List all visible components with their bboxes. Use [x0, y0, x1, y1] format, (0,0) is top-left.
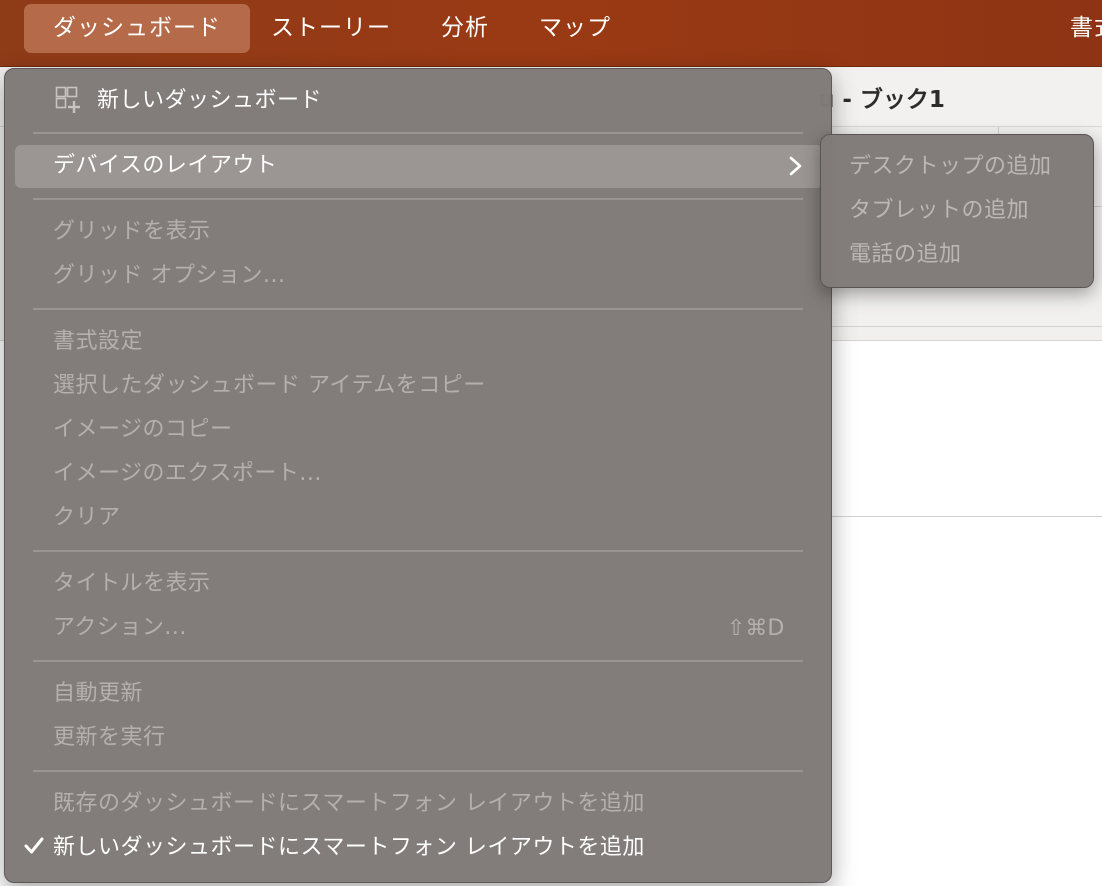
menu-item-export-image[interactable]: イメージのエクスポート...: [53, 454, 322, 494]
menu-bar: ダッシュボード ストーリー 分析 マップ 書式: [0, 0, 1102, 67]
menu-item-grid-options[interactable]: グリッド オプション...: [53, 256, 285, 296]
menu-item-new-dashboard[interactable]: 新しいダッシュボード: [97, 81, 322, 121]
menu-item-show-title[interactable]: タイトルを表示: [53, 564, 211, 604]
chevron-right-icon: [789, 156, 802, 176]
menu-item-device-layout[interactable]: デバイスのレイアウト: [53, 146, 277, 186]
menu-item-run-update[interactable]: 更新を実行: [53, 718, 166, 758]
menu-story[interactable]: ストーリー: [256, 4, 406, 53]
menu-separator: [33, 550, 803, 552]
menu-item-copy-image[interactable]: イメージのコピー: [53, 410, 233, 450]
menu-separator: [33, 198, 803, 200]
submenu-item-add-phone[interactable]: 電話の追加: [849, 235, 962, 275]
dashboard-menu: 新しいダッシュボード デバイスのレイアウト グリッドを表示 グリッド オプション…: [4, 68, 832, 883]
checkmark-icon: [24, 837, 44, 854]
menu-item-format[interactable]: 書式設定: [53, 322, 143, 362]
toolbar-divider: [830, 326, 1102, 327]
menu-analysis[interactable]: 分析: [424, 4, 506, 53]
menu-item-show-grid[interactable]: グリッドを表示: [53, 212, 211, 252]
menu-separator: [33, 132, 803, 134]
menu-separator: [33, 770, 803, 772]
canvas-divider: [830, 516, 1102, 517]
submenu-item-add-desktop[interactable]: デスクトップの追加: [849, 147, 1052, 187]
menu-item-actions[interactable]: アクション...: [53, 608, 187, 648]
submenu-item-add-tablet[interactable]: タブレットの追加: [849, 191, 1029, 231]
actions-shortcut: ⇧⌘D: [727, 616, 785, 641]
menu-item-auto-update[interactable]: 自動更新: [53, 674, 143, 714]
menu-item-add-phone-layout-existing[interactable]: 既存のダッシュボードにスマートフォン レイアウトを追加: [53, 784, 645, 824]
menu-item-add-phone-layout-new[interactable]: 新しいダッシュボードにスマートフォン レイアウトを追加: [53, 828, 645, 868]
grid-plus-icon: [55, 86, 80, 113]
menu-dashboard[interactable]: ダッシュボード: [24, 4, 250, 53]
menu-item-copy-selected-items[interactable]: 選択したダッシュボード アイテムをコピー: [53, 366, 486, 406]
menu-separator: [33, 660, 803, 662]
device-layout-submenu: デスクトップの追加 タブレットの追加 電話の追加: [820, 134, 1094, 288]
menu-item-clear[interactable]: クリア: [53, 498, 121, 538]
menu-format[interactable]: 書式: [1070, 4, 1102, 53]
menu-map[interactable]: マップ: [524, 4, 626, 53]
window-title: u - ブック1: [818, 87, 945, 113]
menu-separator: [33, 308, 803, 310]
